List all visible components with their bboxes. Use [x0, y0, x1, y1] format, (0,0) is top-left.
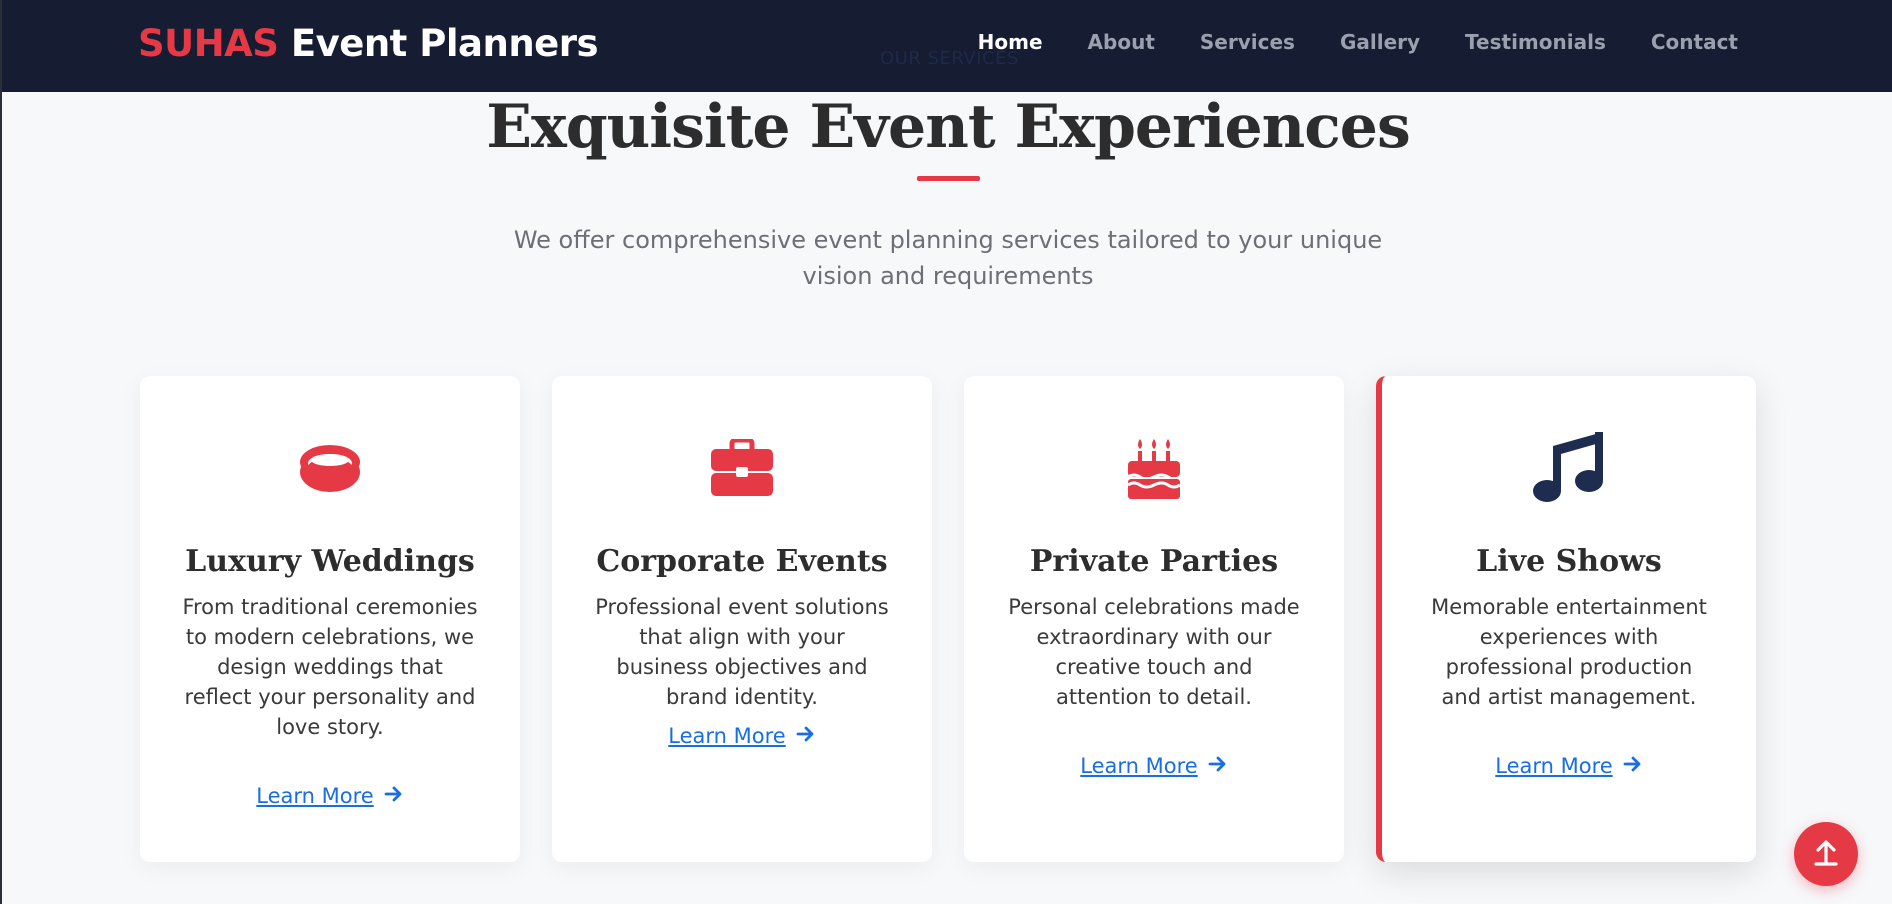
card-title: Private Parties: [1029, 544, 1279, 579]
brand-accent: SUHAS: [138, 22, 279, 65]
learn-more-link[interactable]: Learn More: [964, 754, 1344, 778]
nav-link-about[interactable]: About: [1088, 30, 1155, 54]
card-title: Live Shows: [1476, 544, 1662, 579]
section-subtitle: We offer comprehensive event planning se…: [513, 226, 1383, 290]
service-card-live-shows: Live Shows Memorable entertainment exper…: [1376, 376, 1756, 862]
learn-more-label: Learn More: [256, 784, 374, 808]
service-card-private-parties: Private Parties Personal celebrations ma…: [964, 376, 1344, 862]
nav-links: Home About Services Gallery Testimonials…: [978, 30, 1738, 54]
navbar: SUHAS Event Planners Home About Services…: [2, 0, 1892, 92]
briefcase-icon: [552, 432, 932, 504]
brand-name: Event Planners: [278, 22, 599, 65]
card-description: Memorable entertainment experiences with…: [1431, 595, 1707, 709]
learn-more-link[interactable]: Learn More: [552, 724, 932, 748]
learn-more-link[interactable]: Learn More: [140, 784, 520, 808]
section-title: Exquisite Event Experiences: [486, 92, 1411, 162]
nav-link-contact[interactable]: Contact: [1651, 30, 1738, 54]
card-description: Professional event solutions that align …: [595, 595, 889, 709]
card-title: Corporate Events: [596, 544, 888, 579]
learn-more-link[interactable]: Learn More: [1382, 754, 1756, 778]
learn-more-label: Learn More: [1080, 754, 1198, 778]
card-description: Personal celebrations made extraordinary…: [1008, 595, 1300, 709]
brand-logo[interactable]: SUHAS Event Planners: [138, 22, 599, 65]
back-to-top-button[interactable]: [1794, 822, 1858, 886]
service-card-corporate-events: Corporate Events Professional event solu…: [552, 376, 932, 862]
service-card-luxury-weddings: Luxury Weddings From traditional ceremon…: [140, 376, 520, 862]
arrow-right-icon: [796, 724, 816, 748]
music-note-icon: [1382, 430, 1756, 502]
card-title: Luxury Weddings: [185, 544, 475, 579]
card-description: From traditional ceremonies to modern ce…: [182, 595, 478, 739]
birthday-cake-icon: [964, 432, 1344, 504]
section-eyebrow: OUR SERVICES: [880, 48, 1019, 69]
arrow-right-icon: [384, 784, 404, 808]
arrow-right-icon: [1208, 754, 1228, 778]
nav-link-testimonials[interactable]: Testimonials: [1465, 30, 1606, 54]
learn-more-label: Learn More: [1495, 754, 1613, 778]
ring-icon: [140, 432, 520, 504]
arrow-up-icon: [1812, 837, 1840, 871]
nav-link-gallery[interactable]: Gallery: [1340, 30, 1420, 54]
title-underline: [917, 176, 980, 181]
arrow-right-icon: [1623, 754, 1643, 778]
services-cards: Luxury Weddings From traditional ceremon…: [140, 376, 1756, 862]
page: SUHAS Event Planners Home About Services…: [0, 0, 1892, 904]
learn-more-label: Learn More: [668, 724, 786, 748]
nav-link-services[interactable]: Services: [1200, 30, 1295, 54]
